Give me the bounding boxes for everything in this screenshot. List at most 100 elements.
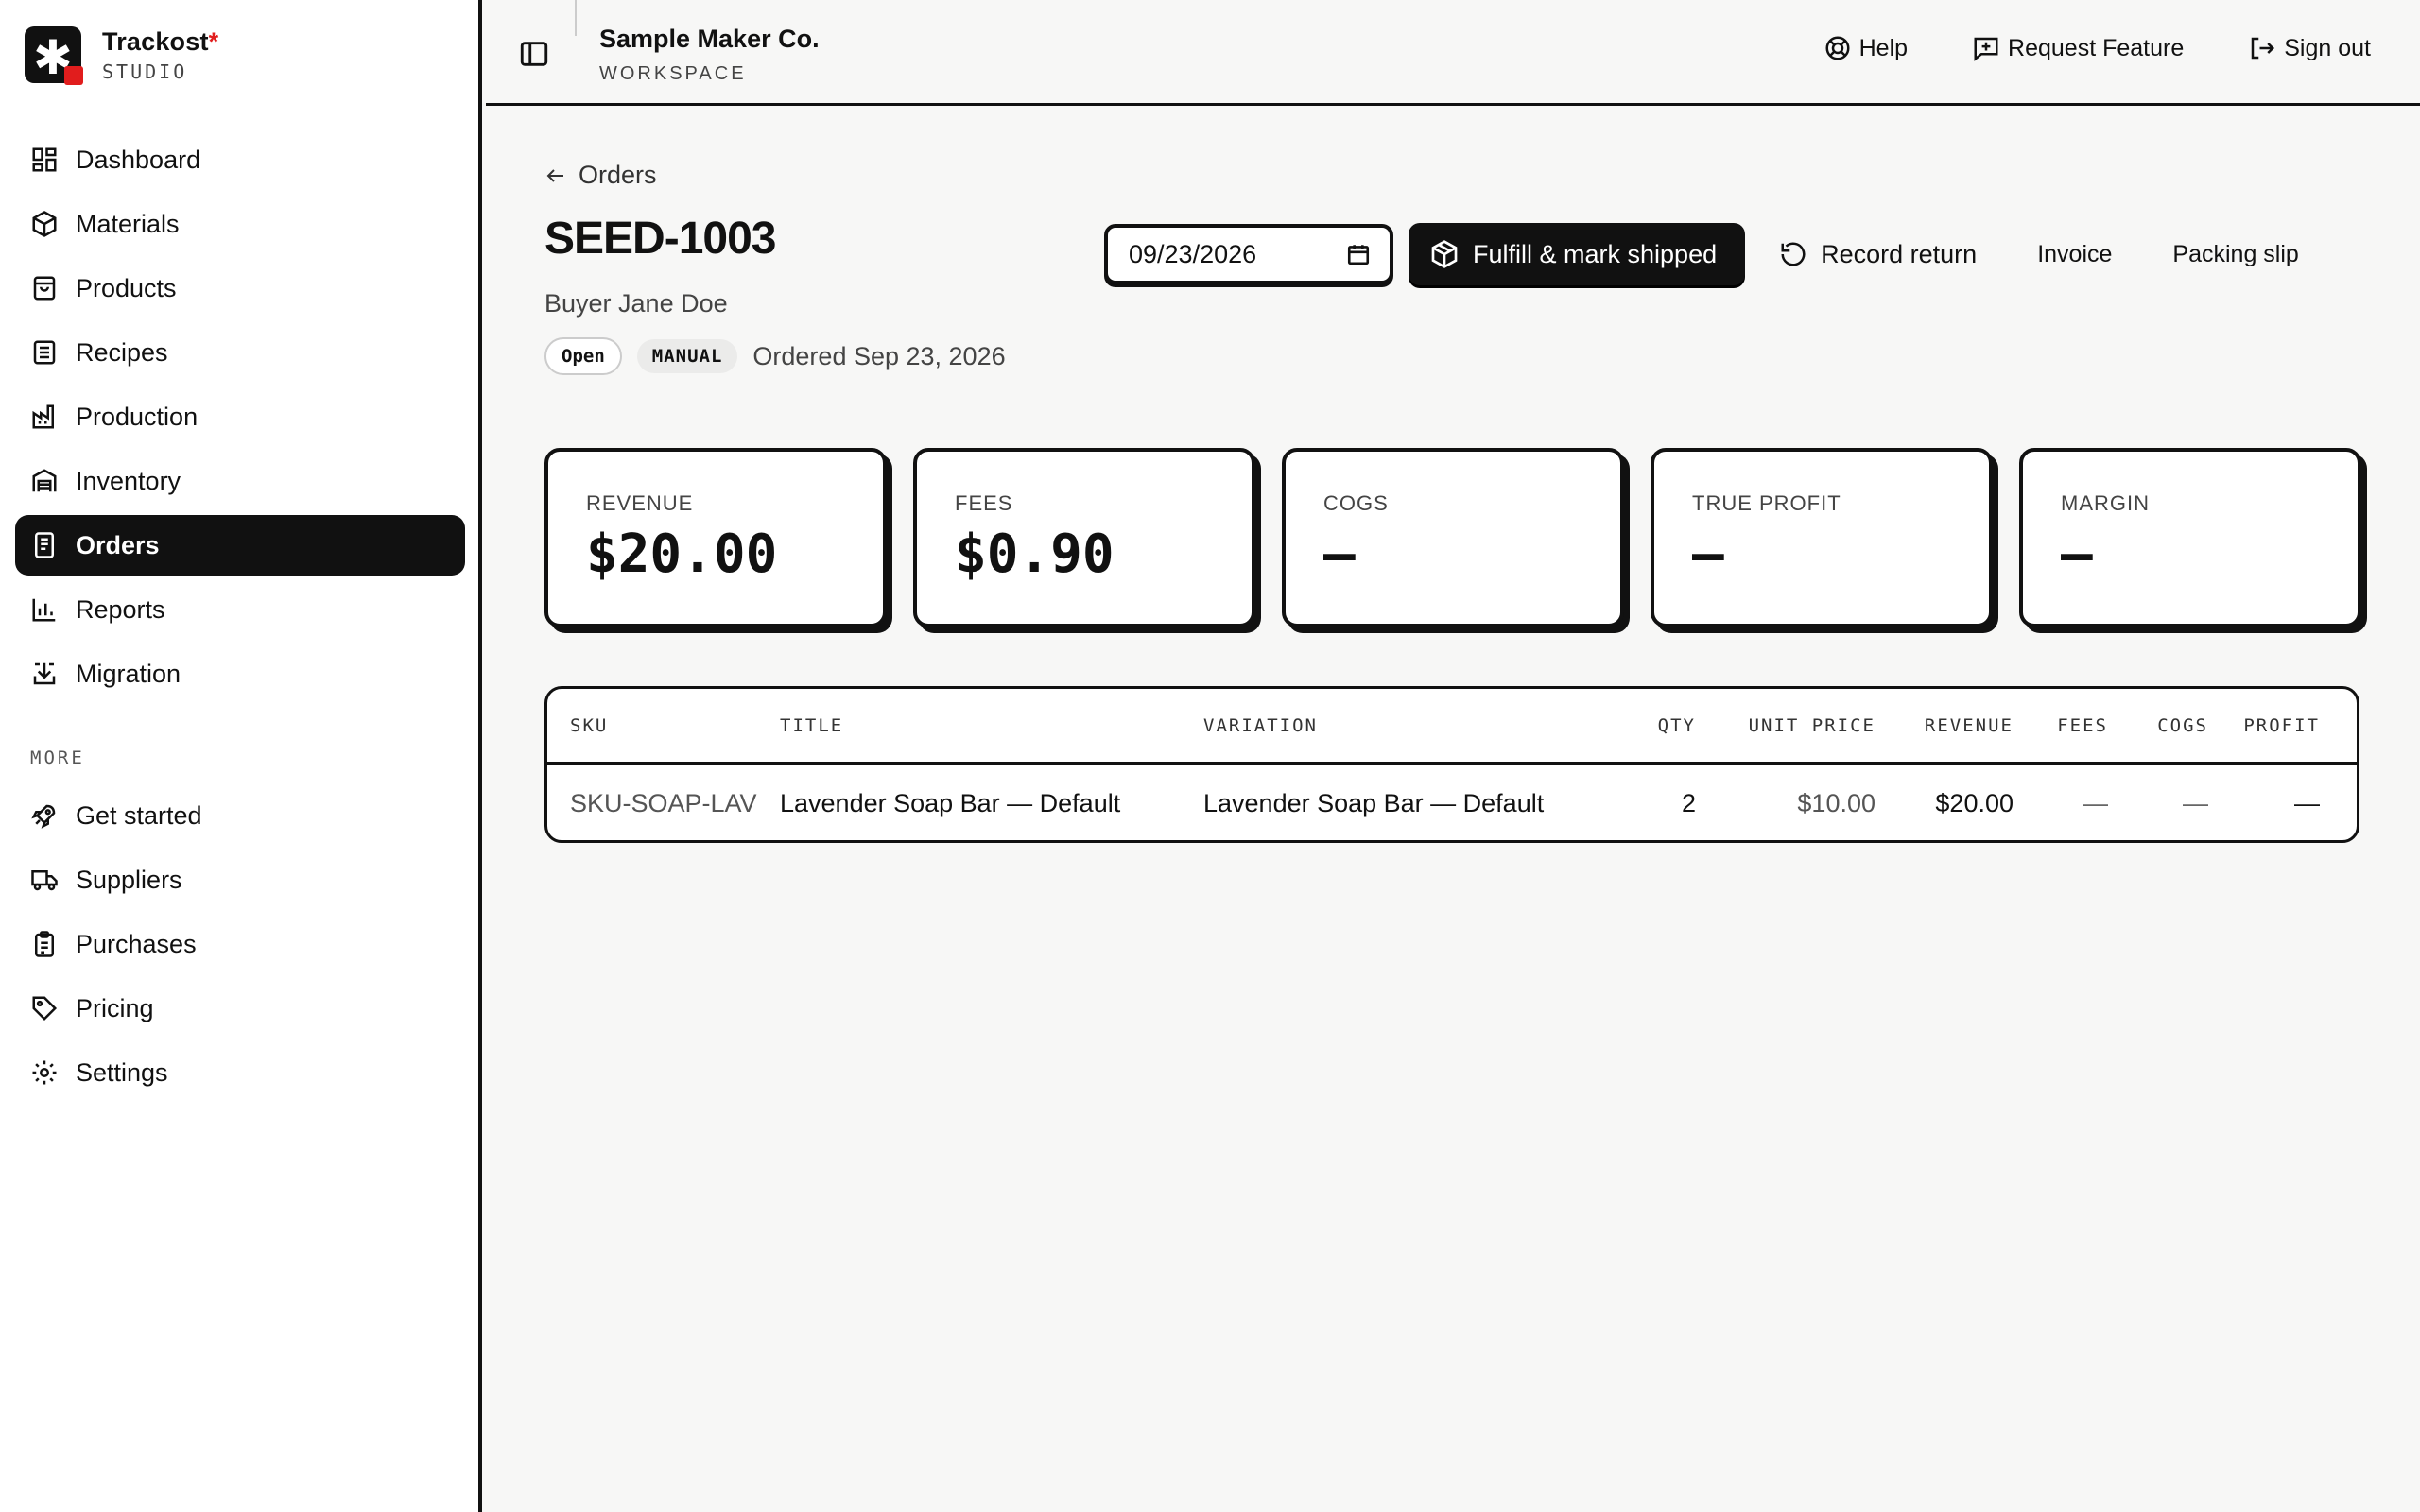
column-header-title[interactable]: TITLE [780,715,1203,736]
box-icon [32,211,57,237]
cell-variation: Lavender Soap Bar — Default [1203,788,1545,817]
sidebar-item-label: Get started [76,800,202,830]
column-header-qty[interactable]: QTY [1606,715,1696,736]
sidebar-item-label: Products [76,273,177,302]
table-row[interactable]: SKU-SOAP-LAV Lavender Soap Bar — Default… [547,765,2357,840]
sidebar-item-materials[interactable]: Materials [15,194,465,254]
sidebar-item-recipes[interactable]: Recipes [15,322,465,383]
kpi-card-cogs: COGS — [1282,448,1624,627]
sidebar-item-label: Reports [76,594,165,624]
brand[interactable]: ✱ Trackost* STUDIO [25,26,219,85]
fulfill-button[interactable]: Fulfill & mark shipped [1409,223,1746,285]
sign-out-button[interactable]: Sign out [2248,34,2371,62]
kpi-cards: REVENUE $20.00 FEES $0.90 COGS — TRUE PR… [544,448,2361,627]
topbar: Sample Maker Co. WORKSPACE Help Request … [486,0,2420,106]
kpi-value: $20.00 [586,524,778,585]
table-header: SKU TITLE VARIATION QTY UNIT PRICE REVEN… [547,689,2357,765]
kpi-label: MARGIN [2061,491,2150,515]
brand-subtitle: STUDIO [102,60,188,83]
fulfill-label: Fulfill & mark shipped [1473,239,1718,268]
kpi-card-margin: MARGIN — [2019,448,2361,627]
ordered-date: Ordered Sep 23, 2026 [752,341,1006,370]
source-badge: MANUAL [636,339,738,373]
cell-cogs: — [2183,788,2208,817]
divider [575,0,577,36]
sidebar-item-reports[interactable]: Reports [15,579,465,640]
sidebar-item-inventory[interactable]: Inventory [15,451,465,511]
sidebar-item-suppliers[interactable]: Suppliers [15,850,465,910]
sign-out-icon [2252,37,2275,60]
sidebar-item-orders[interactable]: Orders [15,515,465,576]
ship-date-value: 09/23/2026 [1129,239,1257,268]
sidebar-item-pricing[interactable]: Pricing [15,978,465,1039]
kpi-card-true-profit: TRUE PROFIT — [1651,448,1993,627]
kpi-value: $0.90 [955,524,1115,585]
sidebar-item-label: Materials [76,209,180,238]
column-header-unit-price[interactable]: UNIT PRICE [1696,715,1876,736]
import-icon [33,662,56,685]
brand-logo-dot [64,66,83,85]
sidebar-item-label: Inventory [76,466,182,495]
request-feature-button[interactable]: Request Feature [1972,34,2184,62]
kpi-value: — [1323,524,1356,585]
brand-logo: ✱ [25,26,83,85]
calendar-icon[interactable] [1346,242,1371,266]
sidebar-item-label: Purchases [76,929,197,958]
sidebar-item-label: Production [76,402,199,431]
kpi-card-revenue: REVENUE $20.00 [544,448,887,627]
column-header-sku[interactable]: SKU [547,715,780,736]
sidebar-item-purchases[interactable]: Purchases [15,914,465,974]
request-feature-label: Request Feature [2008,34,2185,61]
cell-revenue: $20.00 [1935,788,2014,817]
brand-name: Trackost* [102,26,219,56]
sidebar-item-settings[interactable]: Settings [15,1042,465,1103]
sidebar-item-label: Suppliers [76,865,182,894]
kpi-value: — [2061,524,2093,585]
rocket-icon [31,804,56,829]
bar-chart-icon [32,598,56,622]
list-icon [33,340,56,365]
sidebar-item-label: Pricing [76,993,154,1022]
cell-title: Lavender Soap Bar — Default [780,788,1121,817]
sidebar-item-migration[interactable]: Migration [15,644,465,704]
cell-profit: — [2294,788,2320,817]
sidebar-item-dashboard[interactable]: Dashboard [15,129,465,190]
dashboard-icon [32,147,57,172]
column-header-cogs[interactable]: COGS [2108,715,2208,736]
sidebar-toggle-icon[interactable] [518,38,550,70]
cell-qty: 2 [1681,788,1696,817]
record-return-label: Record return [1821,239,1978,268]
column-header-variation[interactable]: VARIATION [1203,715,1606,736]
sidebar-item-label: Orders [76,530,160,559]
kpi-label: REVENUE [586,491,694,515]
packing-slip-button[interactable]: Packing slip [2172,241,2298,268]
ship-date-input[interactable]: 09/23/2026 [1104,224,1393,284]
truck-icon [31,870,58,891]
sign-out-label: Sign out [2284,34,2371,61]
rotate-ccw-icon [1781,242,1806,266]
sidebar: ✱ Trackost* STUDIO Dashboard Materials P… [0,0,482,1512]
sidebar-item-products[interactable]: Products [15,258,465,318]
factory-icon [32,404,54,429]
invoice-button[interactable]: Invoice [2037,241,2112,268]
clipboard-icon [35,931,54,957]
buyer-name: Buyer Jane Doe [544,289,728,318]
workspace-switcher[interactable]: Sample Maker Co. WORKSPACE [599,25,820,85]
back-to-orders-link[interactable]: Orders [544,161,2360,190]
sidebar-section-more: MORE [30,747,85,768]
gear-icon [32,1060,57,1085]
kpi-card-fees: FEES $0.90 [913,448,1255,627]
column-header-revenue[interactable]: REVENUE [1876,715,2014,736]
sidebar-item-get-started[interactable]: Get started [15,785,465,846]
help-button[interactable]: Help [1824,34,1908,62]
cell-sku: SKU-SOAP-LAV [570,788,757,817]
main-content: Orders SEED-1003 Buyer Jane Doe Open MAN… [544,161,2361,843]
record-return-button[interactable]: Record return [1779,240,1977,269]
sidebar-item-production[interactable]: Production [15,387,465,447]
package-icon [1431,240,1458,268]
receipt-icon [35,532,54,558]
column-header-profit[interactable]: PROFIT [2208,715,2320,736]
help-label: Help [1858,34,1909,61]
column-header-fees[interactable]: FEES [2014,715,2108,736]
sidebar-item-label: Migration [76,659,182,688]
